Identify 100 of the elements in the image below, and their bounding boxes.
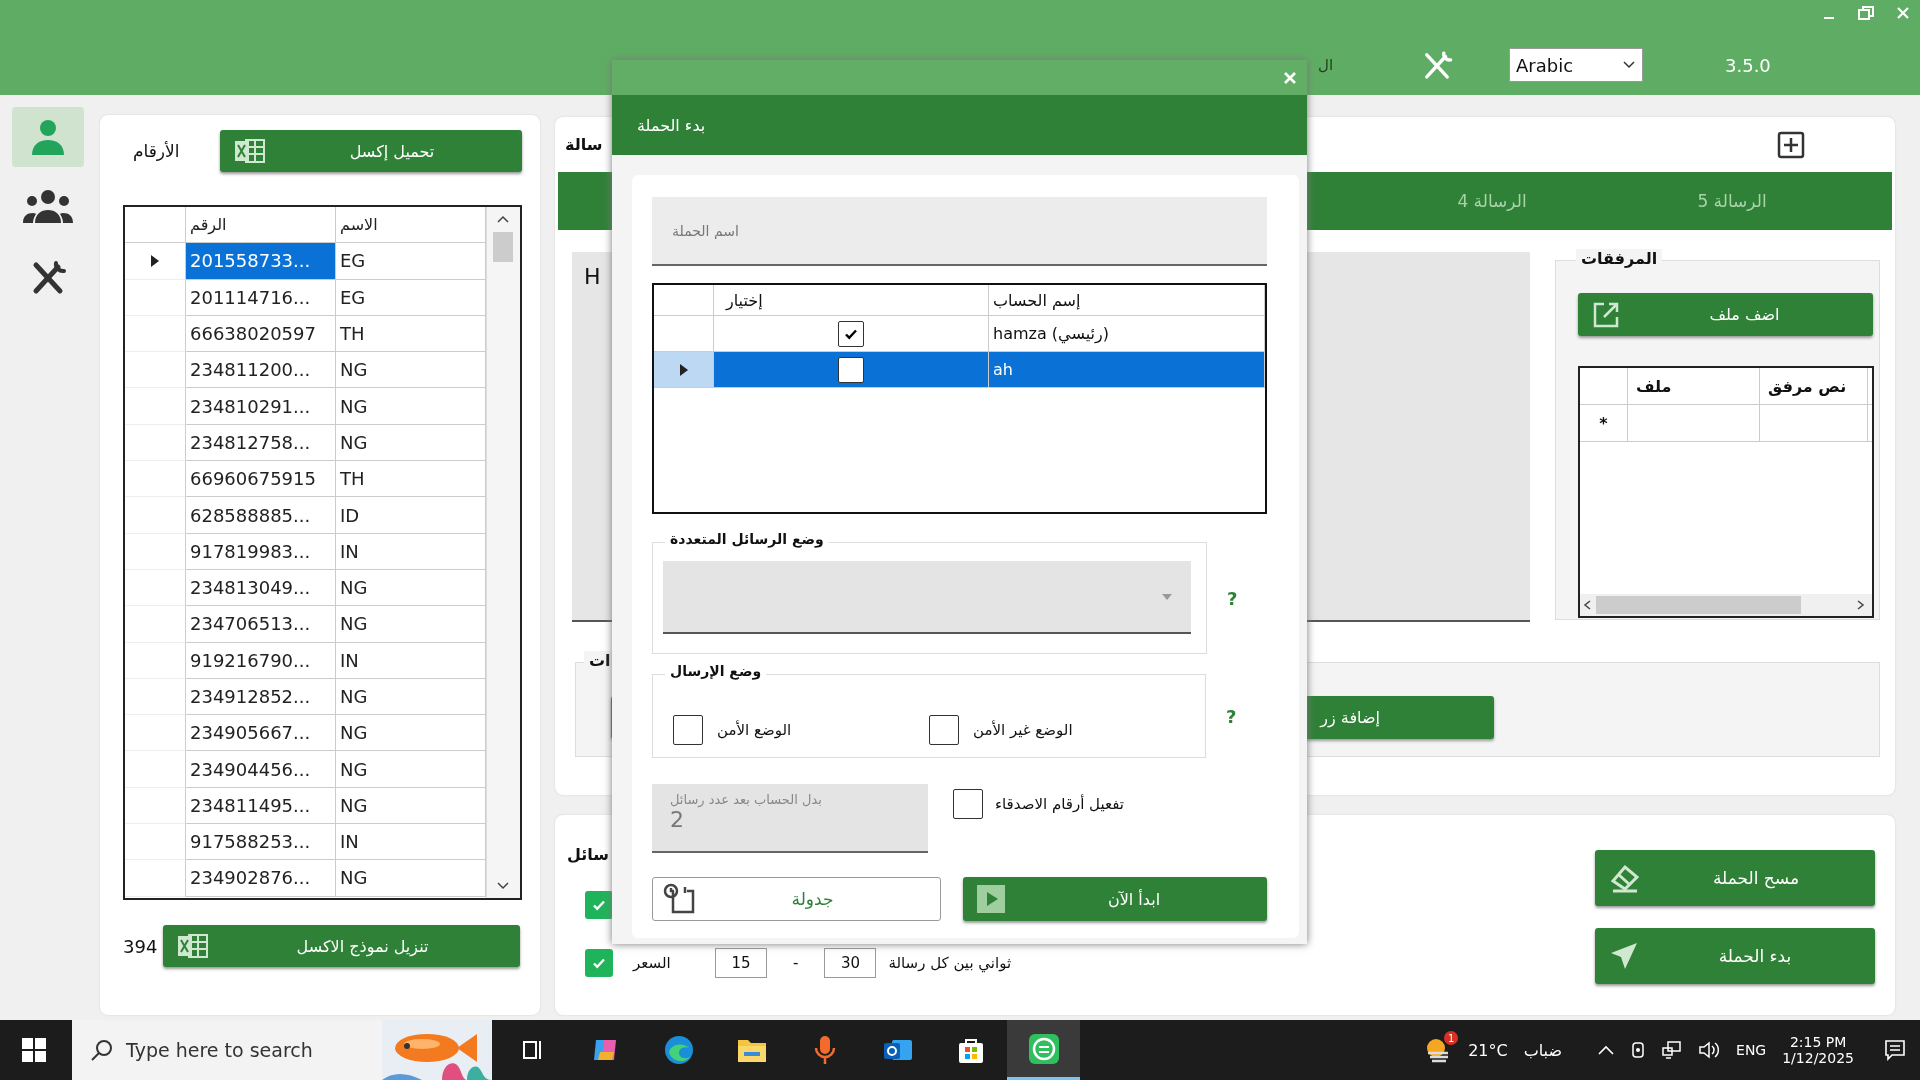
weather-label: ضباب bbox=[1523, 1040, 1563, 1060]
table-cell: 919216790... bbox=[186, 642, 336, 679]
row-pointer-icon bbox=[679, 363, 688, 376]
checkbox[interactable] bbox=[838, 320, 864, 347]
column-header: إسم الحساب bbox=[989, 285, 1265, 315]
help-icon[interactable]: ? bbox=[1227, 587, 1238, 609]
table-cell: 201558733... bbox=[186, 243, 336, 280]
option-label: الوضع الأمن bbox=[717, 721, 792, 739]
table-cell: 917819983... bbox=[186, 533, 336, 570]
max-field[interactable]: 30 bbox=[824, 948, 877, 978]
restore-icon[interactable] bbox=[1858, 6, 1874, 20]
action-button[interactable]: بدء الحملة bbox=[1595, 928, 1875, 984]
checkbox[interactable] bbox=[929, 715, 959, 745]
column-header: إختيار bbox=[714, 285, 989, 315]
table-cell: 234810291... bbox=[186, 388, 336, 425]
arrow-up-icon[interactable] bbox=[497, 215, 509, 223]
caret-icon bbox=[1161, 592, 1173, 601]
arrow-down-icon[interactable] bbox=[497, 882, 509, 890]
start-now-button[interactable]: ابدأ الآن bbox=[963, 877, 1267, 921]
table-cell: 66638020597 bbox=[186, 315, 336, 353]
table-cell: 234902876... bbox=[186, 860, 336, 897]
external-link-icon bbox=[1592, 300, 1620, 329]
checkbox[interactable] bbox=[585, 891, 613, 919]
campaign-name-field[interactable]: اسم الحملة bbox=[652, 197, 1267, 266]
table-cell: 234812758... bbox=[186, 424, 336, 462]
help-icon[interactable]: ? bbox=[1226, 705, 1237, 727]
message-tab[interactable]: الرسالة 5 bbox=[1612, 172, 1852, 230]
taskbar-app[interactable] bbox=[1007, 1020, 1080, 1080]
mode-dropdown[interactable] bbox=[663, 561, 1191, 634]
speaker-icon[interactable] bbox=[1698, 1041, 1721, 1059]
action-button[interactable]: مسح الحملة bbox=[1595, 850, 1875, 906]
notification-badge: 1 bbox=[1444, 1031, 1459, 1045]
horizontal-scrollbar[interactable] bbox=[1580, 594, 1872, 616]
version-label: 3.5.0 bbox=[1725, 54, 1771, 76]
table-cell: 234905667... bbox=[186, 715, 336, 752]
clock[interactable]: 2:15 PM 1/12/2025 bbox=[1782, 1034, 1854, 1066]
table-cell: 234813049... bbox=[186, 569, 336, 607]
chevron-down-icon bbox=[1622, 60, 1636, 70]
checkbox[interactable] bbox=[953, 789, 983, 819]
paper-plane-icon bbox=[1609, 941, 1639, 971]
table-cell: 628588885... bbox=[186, 497, 336, 534]
option-label: ثواني بين كل رسالة bbox=[888, 954, 1012, 972]
table-cell: 234706513... bbox=[186, 606, 336, 643]
notifications-icon[interactable] bbox=[1884, 1039, 1906, 1061]
load-excel-button[interactable]: تحميل إكسل bbox=[220, 130, 522, 172]
table-cell: 234904456... bbox=[186, 751, 336, 788]
temperature-label: 21°C bbox=[1468, 1040, 1508, 1060]
row-header bbox=[125, 207, 186, 244]
separator-label: - bbox=[793, 954, 799, 972]
device-icon[interactable] bbox=[1630, 1040, 1647, 1060]
dialog-title: بدء الحملة bbox=[637, 115, 706, 135]
close-icon[interactable] bbox=[1283, 70, 1297, 85]
panel-title: سائل bbox=[567, 845, 611, 864]
group-title: وضع الإرسال bbox=[665, 663, 767, 679]
table-cell: 66960675915 bbox=[186, 461, 336, 498]
checkbox[interactable] bbox=[673, 715, 703, 745]
table-cell: hamza (رئيسي) bbox=[989, 316, 1265, 351]
eraser-icon bbox=[1609, 863, 1641, 893]
schedule-button[interactable]: جدولة bbox=[652, 877, 941, 921]
min-field[interactable]: 15 bbox=[715, 948, 767, 978]
add-icon[interactable] bbox=[1777, 130, 1805, 159]
message-tab[interactable]: الرسالة 4 bbox=[1372, 172, 1612, 230]
option-label: تفعيل أرقام الاصدقاء bbox=[995, 795, 1124, 813]
table-cell: 234811495... bbox=[186, 787, 336, 825]
panel-title: الأرقام bbox=[133, 141, 180, 161]
scrollbar[interactable] bbox=[486, 207, 520, 898]
calendar-clock-icon bbox=[663, 883, 695, 915]
group-title: المرفقات bbox=[1576, 249, 1663, 268]
scrollbar-thumb[interactable] bbox=[1596, 596, 1801, 614]
count-label: 394 bbox=[123, 935, 159, 957]
language-indicator[interactable]: ENG bbox=[1736, 1042, 1767, 1058]
spreadsheet-icon bbox=[177, 933, 209, 959]
browser-icon[interactable] bbox=[662, 1034, 695, 1066]
chevron-up-icon[interactable] bbox=[1598, 1045, 1615, 1055]
spreadsheet-icon bbox=[234, 138, 266, 164]
play-icon bbox=[977, 885, 1005, 913]
column-header: ملف bbox=[1628, 368, 1760, 404]
table-cell: 234811200... bbox=[186, 352, 336, 389]
close-icon[interactable] bbox=[1896, 6, 1910, 20]
menu-label[interactable]: ال bbox=[1318, 56, 1358, 74]
table-row[interactable]: ah bbox=[654, 352, 1265, 388]
group-icon bbox=[22, 189, 73, 225]
chat-app-icon[interactable] bbox=[1027, 1032, 1060, 1065]
option-label: الوضع غير الأمن bbox=[973, 721, 1073, 739]
table-cell: 234912852... bbox=[186, 678, 336, 716]
checkbox[interactable] bbox=[585, 949, 613, 977]
add-file-button[interactable]: اضف ملف bbox=[1578, 293, 1873, 336]
download-template-button[interactable]: تنزيل نموذج الاكسل bbox=[163, 925, 520, 967]
option-label: السعر bbox=[633, 954, 672, 972]
table-cell: ah bbox=[989, 352, 1265, 387]
windows-start-icon[interactable] bbox=[22, 1038, 46, 1062]
network-icon[interactable] bbox=[1662, 1041, 1683, 1059]
search-icon bbox=[90, 1038, 114, 1062]
search-field[interactable]: Type here to search bbox=[72, 1020, 492, 1080]
table-cell: 201114716... bbox=[186, 279, 336, 316]
microphone-icon[interactable] bbox=[812, 1034, 837, 1066]
scrollbar-thumb[interactable] bbox=[493, 232, 513, 262]
language-dropdown[interactable]: Arabic bbox=[1509, 48, 1643, 82]
panel-title: سالة bbox=[565, 135, 603, 154]
checkbox[interactable] bbox=[838, 356, 864, 383]
